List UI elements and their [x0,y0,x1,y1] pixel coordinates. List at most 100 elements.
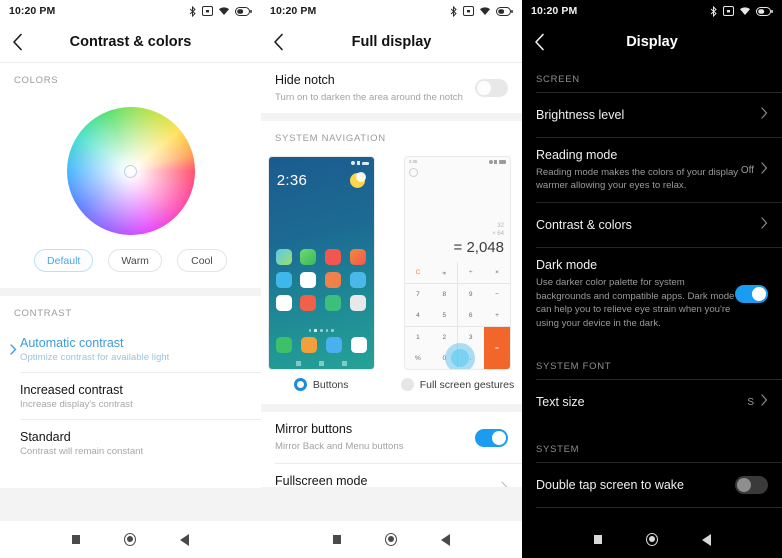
toggle-mirror-buttons[interactable] [475,428,508,447]
back-nav-button[interactable] [701,533,711,546]
reading-mode-value: Off [740,164,754,176]
home-button[interactable] [645,533,658,546]
toggle-hide-notch[interactable] [475,79,508,98]
radio-full-screen-gestures[interactable] [400,378,414,392]
option-text: Increased contrast Increase display's co… [20,375,247,418]
section-gap [261,113,522,122]
option-increased-contrast[interactable]: Increased contrast Increase display's co… [0,373,261,419]
panel-full-display: 10:20 PM Full display Hide notch Turn on… [261,0,522,558]
toggle-knob [737,478,751,493]
calc-key: 7 [404,283,431,305]
back-nav-button[interactable] [441,533,450,546]
system-navigation-bar [0,521,261,558]
calc-operator: × [492,230,496,237]
back-button[interactable] [0,22,34,62]
alarm-icon [202,6,213,16]
toggle-double-tap-to-wake[interactable] [735,476,768,495]
back-button[interactable] [522,22,556,62]
circle-icon [645,533,658,546]
toggle-knob [752,286,766,301]
chip-cool[interactable]: Cool [176,249,227,272]
color-wheel[interactable] [66,107,195,235]
app-icon [300,249,317,266]
radio-row-buttons[interactable]: Buttons [293,378,349,392]
app-icon [325,272,342,289]
section-gap [0,288,261,296]
radio-row-gestures[interactable]: Full screen gestures [400,378,514,392]
thumb-signal-icon [356,161,360,166]
option-automatic-contrast[interactable]: Automatic contrast Optimize contrast for… [0,326,261,372]
row-dark-mode[interactable]: Dark mode Use darker color palette for s… [522,248,782,339]
home-button[interactable] [124,533,136,546]
radio-buttons[interactable] [293,378,307,392]
status-bar: 10:20 PM [261,0,522,22]
row-brightness-level[interactable]: Brightness level [522,93,782,137]
status-time: 10:20 PM [9,5,56,17]
calculator-thumb: 2:36 32 × 64 = 2,048 C ∝ ÷ × 7 8 9 − 4 5… [404,157,510,370]
toggle-dark-mode[interactable] [735,284,768,303]
option-subtitle: Contrast will remain constant [20,445,144,457]
calc-operand-1: 32 [497,223,504,230]
preview-calculator-screen[interactable]: 2:36 32 × 64 = 2,048 C ∝ ÷ × 7 8 9 − 4 5… [404,157,510,370]
camera-app-icon [350,337,367,354]
calc-key: C [404,262,431,284]
row-hide-notch[interactable]: Hide notch Turn on to darken the area ar… [261,63,522,113]
thumb-status-bar: 2:36 [405,157,510,166]
browser-app-icon [325,337,342,354]
recents-button[interactable] [333,535,341,544]
row-double-tap-to-wake[interactable]: Double tap screen to wake [522,463,782,507]
thumb-battery-icon [361,161,369,166]
row-text-size[interactable]: Text size S [522,380,782,424]
home-button[interactable] [385,533,397,546]
status-bar: 10:20 PM [0,0,261,22]
recents-button[interactable] [593,535,602,544]
row-text: Text size [536,385,747,420]
triangle-back-icon [180,533,189,546]
title-bar: Display [522,22,782,62]
color-picker-handle[interactable] [124,164,137,178]
nav-glyph [341,361,347,367]
option-standard[interactable]: Standard Contrast will remain constant [0,420,261,466]
chip-default[interactable]: Default [34,249,94,272]
status-time: 10:20 PM [531,5,578,17]
row-text: Contrast & colors [536,208,761,243]
app-icon [349,295,366,312]
square-icon [593,535,602,544]
row-text: Double tap screen to wake [536,468,735,503]
recents-button[interactable] [72,535,80,544]
bottom-gap [0,488,261,521]
title-bar: Full display [261,22,522,62]
back-nav-button[interactable] [180,533,189,546]
calc-key: + [484,305,510,327]
calc-key: % [404,348,431,370]
row-mirror-buttons[interactable]: Mirror buttons Mirror Back and Menu butt… [261,412,522,462]
option-text: Automatic contrast Optimize contrast for… [20,328,247,371]
chip-warm[interactable]: Warm [108,249,162,272]
panel-display-dark: 10:20 PM Display SCREEN Brightness level [522,0,782,558]
row-title: Double tap screen to wake [536,477,685,492]
thumb-clock: 2:36 [276,172,308,190]
gesture-ripple-indicator [444,343,475,370]
app-icon [275,295,292,312]
section-header-system-navigation: SYSTEM NAVIGATION [275,133,386,145]
row-text: Reading mode Reading mode makes the colo… [536,138,741,202]
row-reading-mode[interactable]: Reading mode Reading mode makes the colo… [522,138,782,202]
calc-key: 8 [431,283,458,305]
option-title: Increased contrast [20,382,123,397]
preview-home-screen[interactable]: 2:36 [268,157,374,370]
section-header-screen: SCREEN [536,74,580,85]
thumb-signal-icon [494,159,498,164]
row-subtitle: Use darker color palette for system back… [536,276,735,329]
wifi-icon [480,7,490,15]
preview-gestures-column: 2:36 32 × 64 = 2,048 C ∝ ÷ × 7 8 9 − 4 5… [400,157,514,392]
toggle-knob [477,81,491,96]
panel-contrast-and-colors: 10:20 PM Contrast & colors COLORS Defaul… [0,0,261,558]
row-contrast-and-colors[interactable]: Contrast & colors [522,203,782,247]
calc-key: − [484,283,510,305]
calc-key: 6 [457,305,484,327]
back-button[interactable] [261,22,295,62]
title-bar: Contrast & colors [0,22,261,62]
nav-glyph [295,361,301,367]
circle-icon [124,533,136,546]
row-text: Dark mode Use darker color palette for s… [536,248,735,339]
